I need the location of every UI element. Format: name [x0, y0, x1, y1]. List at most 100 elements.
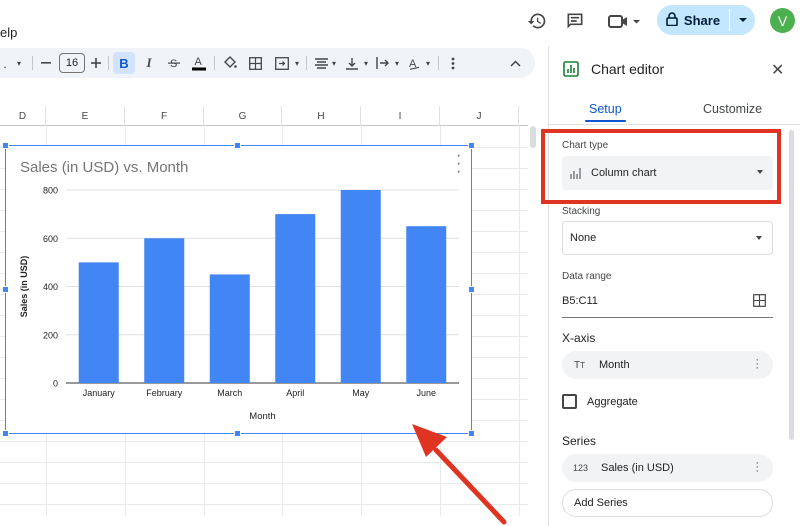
y-tick-label: 0	[53, 379, 58, 389]
column-header[interactable]: E	[46, 106, 125, 126]
x-tick-label: June	[416, 388, 436, 398]
series-value: Sales (in USD)	[601, 462, 674, 474]
highlight-box	[541, 129, 781, 204]
resize-handle[interactable]	[468, 286, 475, 293]
stacking-select[interactable]: None	[562, 221, 773, 255]
grid-line	[519, 126, 520, 526]
chevron-down-icon[interactable]: ▾	[423, 48, 433, 78]
tab-setup[interactable]: Setup	[589, 102, 622, 116]
chart-canvas: 0 200 400 600 800 January February March April Ma…	[19, 186, 459, 422]
column-header[interactable]: G	[204, 106, 282, 126]
increase-font-size-button[interactable]	[88, 48, 104, 78]
add-series-label: Add Series	[574, 497, 628, 509]
xaxis-heading: X-axis	[562, 331, 596, 345]
panel-scrollbar[interactable]	[789, 130, 794, 440]
more-options-icon[interactable]	[444, 48, 462, 78]
toolbar-divider	[438, 56, 439, 70]
fill-color-icon[interactable]	[220, 48, 240, 78]
lock-icon	[666, 11, 678, 29]
resize-handle[interactable]	[468, 142, 475, 149]
chevron-down-icon[interactable]: ▾	[329, 48, 339, 78]
column-header[interactable]: J	[440, 106, 519, 126]
font-family-select[interactable]: .	[0, 48, 10, 78]
resize-handle[interactable]	[2, 430, 9, 437]
decrease-font-size-button[interactable]	[38, 48, 54, 78]
formatting-toolbar: . ▾ 16 B I S A ▾ ▾ ▾ ▾ A ▾	[0, 48, 535, 78]
x-tick-label: April	[286, 388, 304, 398]
chevron-down-icon[interactable]: ▾	[361, 48, 371, 78]
resize-handle[interactable]	[2, 286, 9, 293]
share-dropdown-button[interactable]	[730, 5, 755, 35]
toolbar-divider	[306, 56, 307, 70]
toolbar-divider	[108, 56, 109, 70]
column-header[interactable]: I	[361, 106, 440, 126]
close-icon[interactable]: ✕	[771, 60, 784, 80]
input-underline	[562, 317, 773, 318]
resize-handle[interactable]	[234, 142, 241, 149]
chevron-down-icon[interactable]: ▾	[292, 48, 302, 78]
share-button-group: Share	[657, 5, 755, 35]
chart-menu-icon[interactable]: · · ·	[456, 148, 461, 180]
top-bar: elp Share V	[0, 0, 800, 46]
strikethrough-button[interactable]: S	[164, 48, 184, 78]
y-tick-label: 400	[43, 282, 58, 292]
stacking-label: Stacking	[562, 206, 601, 217]
text-color-button[interactable]: A	[188, 48, 210, 78]
italic-button[interactable]: I	[139, 48, 159, 78]
more-options-icon[interactable]: · · ·	[755, 355, 759, 374]
merge-cells-icon[interactable]	[271, 48, 293, 78]
chevron-down-icon[interactable]: ▾	[12, 48, 26, 78]
vertical-scrollbar[interactable]	[528, 106, 540, 516]
aggregate-label: Aggregate	[587, 396, 638, 408]
bar-march	[209, 274, 250, 383]
chart-editor-icon	[563, 61, 579, 82]
resize-handle[interactable]	[2, 142, 9, 149]
borders-icon[interactable]	[245, 48, 265, 78]
y-tick-label: 800	[43, 186, 58, 196]
x-tick-label: February	[146, 388, 183, 398]
panel-title: Chart editor	[591, 61, 665, 77]
number-type-icon: 123	[573, 463, 589, 473]
scrollbar-thumb[interactable]	[530, 126, 536, 148]
history-icon[interactable]	[525, 9, 549, 33]
text-rotate-icon[interactable]: A	[405, 48, 423, 78]
chevron-down-icon	[738, 18, 747, 22]
video-call-icon[interactable]	[604, 9, 644, 33]
y-axis-label: Sales (in USD)	[19, 256, 29, 318]
column-header-row: D E F G H I J	[0, 106, 528, 126]
series-chip[interactable]: 123 Sales (in USD) · · ·	[562, 454, 773, 482]
aggregate-checkbox[interactable]	[562, 394, 577, 409]
data-range-input[interactable]: B5:C11	[562, 295, 598, 307]
comment-icon[interactable]	[563, 9, 587, 33]
menu-help[interactable]: elp	[0, 25, 17, 40]
xaxis-chip[interactable]: TT Month · · ·	[562, 351, 773, 379]
bold-button[interactable]: B	[113, 52, 135, 74]
vertical-align-icon[interactable]	[343, 48, 361, 78]
embedded-chart[interactable]: 0 200 400 600 800 January February March April Ma…	[5, 145, 472, 434]
add-series-button[interactable]: Add Series	[562, 489, 773, 517]
annotation-arrow	[412, 424, 507, 525]
bar-january	[78, 262, 119, 383]
more-options-icon[interactable]: · · ·	[755, 458, 759, 477]
x-tick-label: March	[217, 388, 242, 398]
chevron-down-icon	[756, 236, 762, 240]
text-wrap-icon[interactable]	[374, 48, 392, 78]
resize-handle[interactable]	[234, 430, 241, 437]
column-header[interactable]: D	[0, 106, 46, 126]
toolbar-divider	[214, 56, 215, 70]
collapse-toolbar-icon[interactable]	[506, 48, 524, 78]
xaxis-value: Month	[599, 359, 630, 371]
chart-editor-panel: Chart editor ✕ Setup Customize Chart typ…	[548, 46, 800, 526]
x-tick-label: January	[83, 388, 116, 398]
column-header[interactable]: F	[125, 106, 204, 126]
font-family-value: .	[3, 55, 7, 71]
align-icon[interactable]	[311, 48, 331, 78]
toolbar-divider	[32, 56, 33, 70]
font-size-input[interactable]: 16	[59, 53, 85, 73]
share-button[interactable]: Share	[657, 5, 729, 35]
select-range-icon[interactable]	[753, 294, 766, 312]
tab-customize[interactable]: Customize	[703, 102, 762, 116]
avatar[interactable]: V	[770, 8, 795, 33]
chevron-down-icon[interactable]: ▾	[392, 48, 402, 78]
column-header[interactable]: H	[282, 106, 361, 126]
